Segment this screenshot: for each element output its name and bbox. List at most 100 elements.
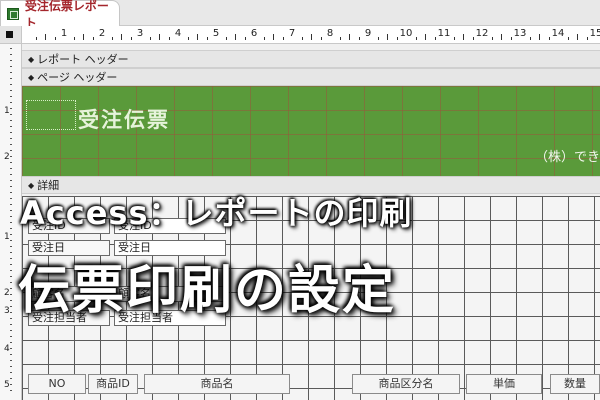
ruler-tick [10,210,12,211]
section-arrow-icon: ◆ [28,54,35,64]
ruler-tick [10,354,12,355]
ruler-tick [10,84,12,85]
ruler-tick [396,37,398,40]
ruler-tick [10,186,12,187]
page-header-label: ページ ヘッダー [37,71,118,84]
report-header-label: レポート ヘッダー [37,53,129,66]
title-placeholder-box[interactable] [26,100,76,130]
ruler-tick [10,162,12,163]
ruler-tick [273,34,274,40]
header-title-label[interactable]: 受注伝票 [78,104,170,134]
ruler-tick [35,37,37,40]
ruler-number: 9 [364,28,372,39]
ruler-tick [358,37,360,40]
ruler-tick [10,336,12,337]
column-header-no[interactable]: NO [28,374,86,394]
ruler-tick [472,37,474,40]
ruler-number: 1 [4,106,10,116]
ruler-tick [54,37,56,40]
report-selector[interactable] [0,26,22,44]
ruler-tick [10,324,12,325]
ruler-number: 8 [326,28,334,39]
vertical-ruler[interactable]: 1 2 1 2 3 4 5 [0,44,22,400]
ruler-number: 4 [4,344,10,354]
ruler-number: 3 [136,28,144,39]
ruler-tick [10,360,12,361]
ruler-tick [10,378,12,379]
ruler-tick [10,54,12,55]
ruler-number: 1 [4,232,10,242]
ruler-tick [10,144,12,145]
column-header-quantity[interactable]: 数量 [550,374,600,394]
ruler-number: 2 [98,28,106,39]
ruler-tick [10,300,12,301]
report-document-tab[interactable]: 受注伝票レポート [0,0,120,30]
ruler-tick [434,37,436,40]
horizontal-ruler[interactable]: 1 2 3 4 5 6 7 8 9 10 11 12 13 14 15 [22,26,600,44]
ruler-tick [10,264,12,265]
ruler-tick [453,37,455,40]
ruler-tick [463,34,464,40]
ruler-tick [10,276,12,277]
column-header-product-id[interactable]: 商品ID [88,374,138,394]
ruler-number: 12 [475,28,489,39]
ruler-tick [10,366,12,367]
ruler-tick [10,66,12,67]
page-header-section-bar[interactable]: ◆ ページ ヘッダー [22,68,600,86]
ruler-tick [121,34,122,40]
ruler-tick [501,34,502,40]
ruler-tick [10,228,12,229]
ruler-tick [10,72,12,73]
ruler-tick [10,294,12,295]
column-header-unit-price[interactable]: 単価 [466,374,542,394]
ruler-tick [10,348,12,349]
report-header-section-bar[interactable]: ◆ レポート ヘッダー [22,50,600,68]
ruler-tick [10,306,12,307]
ruler-tick [491,37,493,40]
ruler-tick [10,234,12,235]
ruler-tick [10,342,12,343]
ruler-tick [425,34,426,40]
ruler-number: 11 [437,28,451,39]
ruler-tick [10,312,12,313]
ruler-number: 1 [60,28,68,39]
ruler-tick [10,270,12,271]
section-arrow-icon: ◆ [28,72,35,82]
headline-subtitle: Access：レポートの印刷 [20,194,413,232]
ruler-tick [10,138,12,139]
ruler-tick [83,34,84,40]
column-header-product-name[interactable]: 商品名 [144,374,290,394]
ruler-tick [510,37,512,40]
ruler-tick [10,252,12,253]
report-selector-icon [6,31,13,38]
ruler-tick [10,216,12,217]
ruler-tick [10,132,12,133]
ruler-tick [577,34,578,40]
header-company-label[interactable]: （株）でき [535,146,600,165]
ruler-tick [159,34,160,40]
ruler-tick [10,318,12,319]
ruler-tick [10,168,12,169]
ruler-tick [130,37,132,40]
ruler-tick [10,330,12,331]
ruler-number: 2 [4,288,10,298]
ruler-tick [10,372,12,373]
ruler-tick [206,37,208,40]
ruler-tick [10,150,12,151]
ruler-tick [197,34,198,40]
ruler-tick [10,126,12,127]
page-header-band[interactable]: 受注伝票 （株）でき [22,86,600,176]
ruler-tick [235,34,236,40]
ruler-tick [111,37,113,40]
ruler-number: 5 [212,28,220,39]
ruler-tick [10,120,12,121]
ruler-tick [263,37,265,40]
ruler-tick [10,48,12,49]
ruler-tick [187,37,189,40]
ruler-tick [10,174,12,175]
column-header-category[interactable]: 商品区分名 [352,374,460,394]
ruler-number: 4 [174,28,182,39]
ruler-tick [10,192,12,193]
ruler-tick [10,114,12,115]
ruler-tick [320,37,322,40]
